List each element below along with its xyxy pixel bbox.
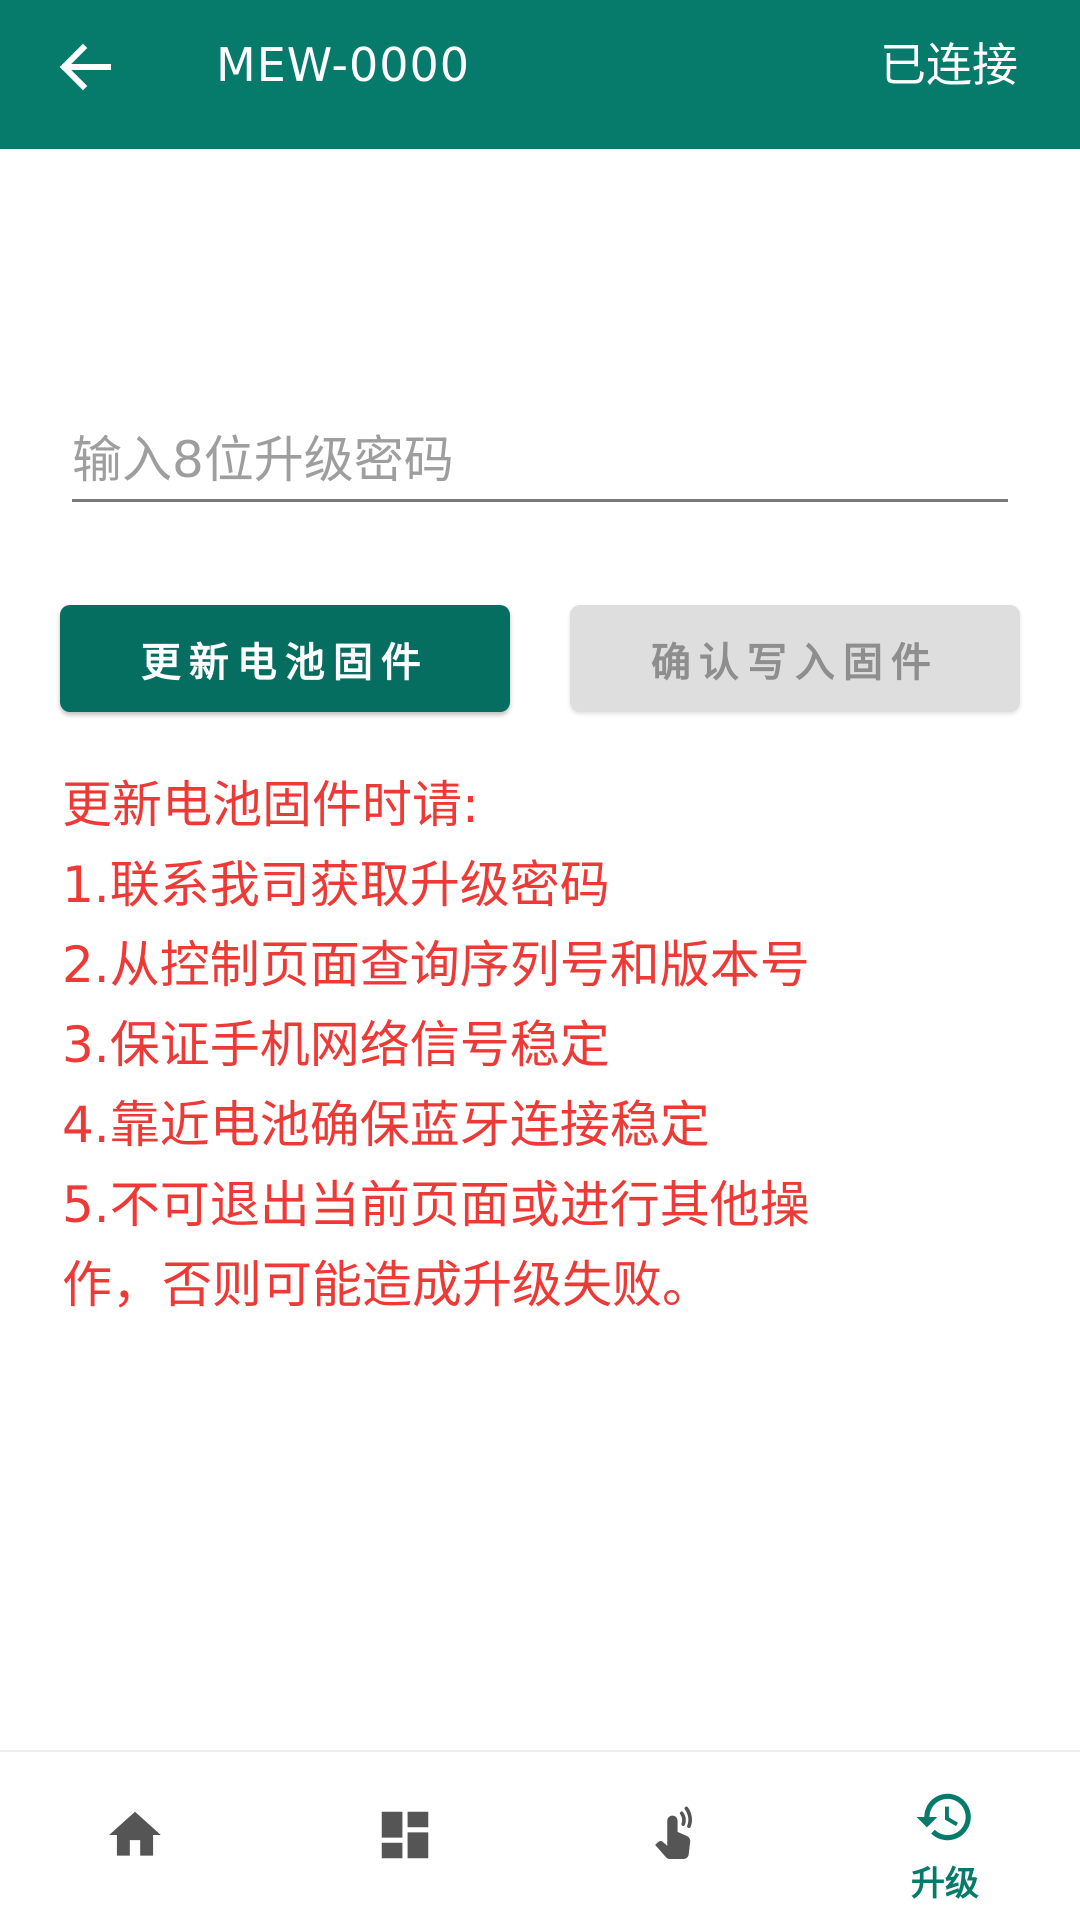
dashboard-icon bbox=[381, 1811, 429, 1859]
app-bar: MEW-0000 已连接 bbox=[0, 0, 1080, 149]
upgrade-instructions: 更新电池固件时请: 1.联系我司获取升级密码 2.从控制页面查询序列号和版本号 … bbox=[62, 765, 1022, 1325]
nav-dashboard[interactable] bbox=[270, 1752, 540, 1920]
instruction-heading: 更新电池固件时请: bbox=[62, 776, 479, 834]
nav-upgrade-label: 升级 bbox=[911, 1864, 979, 1904]
nav-control[interactable] bbox=[540, 1752, 810, 1920]
nav-upgrade[interactable]: 升级 bbox=[810, 1752, 1080, 1920]
back-button[interactable] bbox=[50, 32, 120, 102]
bottom-navigation: 升级 bbox=[0, 1750, 1080, 1920]
update-firmware-button[interactable]: 更新电池固件 bbox=[60, 605, 510, 712]
upgrade-history-icon bbox=[916, 1793, 971, 1841]
touch-control-icon bbox=[655, 1806, 692, 1860]
instruction-line: 4.靠近电池确保蓝牙连接稳定 bbox=[62, 1096, 710, 1154]
connection-status: 已连接 bbox=[880, 38, 1018, 92]
device-title: MEW-0000 bbox=[216, 38, 471, 92]
home-icon bbox=[109, 1811, 161, 1856]
upgrade-password-input[interactable] bbox=[72, 420, 1008, 502]
instruction-line: 3.保证手机网络信号稳定 bbox=[62, 1016, 610, 1074]
instruction-line: 5.不可退出当前页面或进行其他操 bbox=[62, 1176, 810, 1234]
confirm-write-firmware-button[interactable]: 确认写入固件 bbox=[570, 605, 1020, 712]
arrow-back-icon bbox=[59, 43, 111, 91]
instruction-line: 2.从控制页面查询序列号和版本号 bbox=[62, 936, 810, 994]
instruction-line: 1.联系我司获取升级密码 bbox=[62, 856, 610, 914]
nav-home[interactable] bbox=[0, 1752, 270, 1920]
instruction-line: 作，否则可能造成升级失败。 bbox=[62, 1256, 712, 1314]
firmware-upgrade-screen: MEW-0000 已连接 更新电池固件 确认写入固件 更新电池固件时请: 1.联… bbox=[0, 0, 1080, 1920]
